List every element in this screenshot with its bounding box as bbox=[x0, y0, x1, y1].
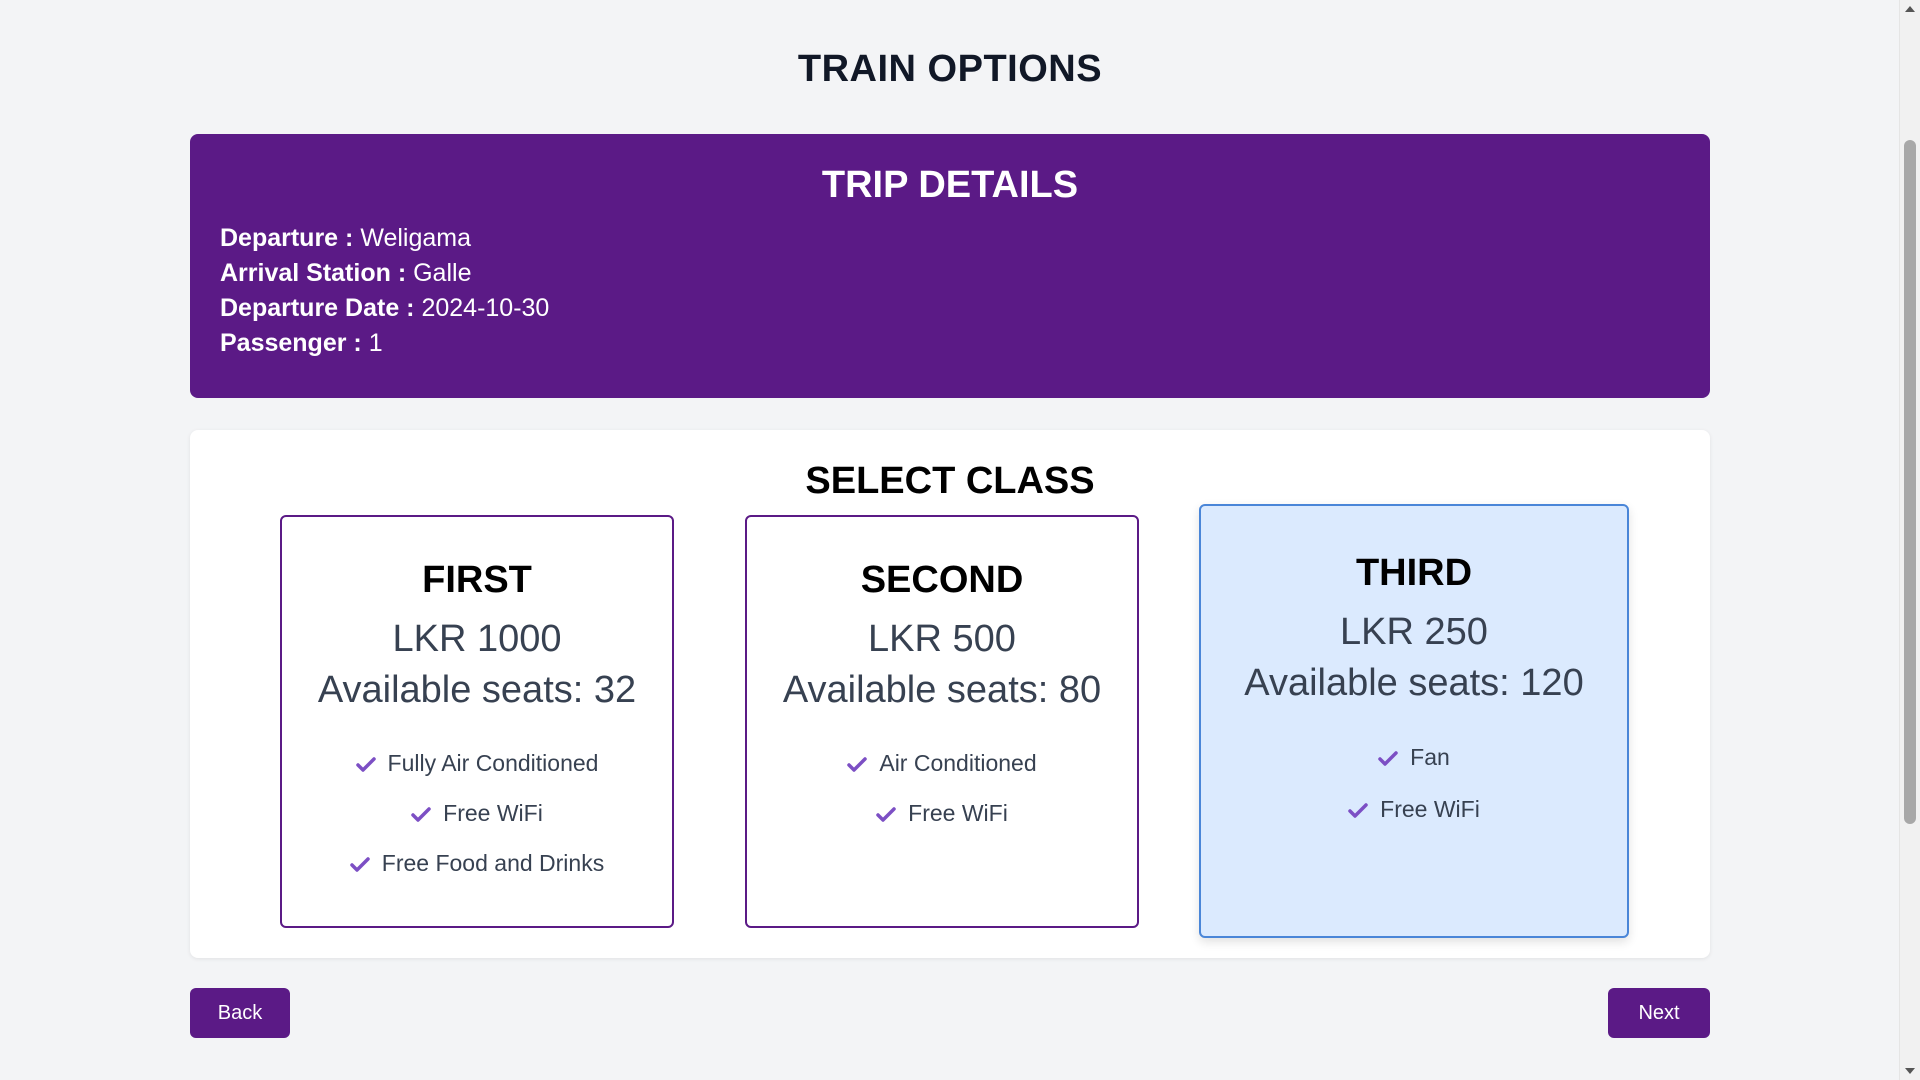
class-name: THIRD bbox=[1355, 552, 1473, 594]
class-card-first[interactable]: FIRST LKR 1000 Available seats: 32 Fully… bbox=[280, 515, 674, 928]
class-seats: Available seats: 120 bbox=[1244, 662, 1584, 704]
feature-item: Fan bbox=[1201, 731, 1627, 783]
class-price: LKR 1000 bbox=[392, 618, 562, 660]
check-icon bbox=[1378, 751, 1398, 766]
class-card-third[interactable]: THIRD LKR 250 Available seats: 120 Fan F… bbox=[1199, 504, 1629, 938]
scroll-up-arrow-icon[interactable] bbox=[1905, 6, 1915, 12]
feature-item: Free WiFi bbox=[1201, 783, 1627, 835]
feature-label: Free WiFi bbox=[443, 800, 543, 826]
check-icon bbox=[847, 757, 868, 772]
trip-details-card: TRIP DETAILS Departure : Weligama Arriva… bbox=[190, 134, 1710, 398]
trip-label: Passenger : bbox=[220, 329, 362, 357]
back-button[interactable]: Back bbox=[190, 988, 290, 1038]
select-class-title: SELECT CLASS bbox=[805, 460, 1095, 502]
trip-value: 1 bbox=[368, 329, 383, 357]
trip-value: 2024-10-30 bbox=[421, 294, 550, 322]
select-class-panel: SELECT CLASS FIRST LKR 1000 Available se… bbox=[190, 430, 1710, 958]
class-seats: Available seats: 32 bbox=[317, 669, 637, 711]
feature-list: Air Conditioned Free WiFi bbox=[747, 738, 1137, 838]
class-card-second[interactable]: SECOND LKR 500 Available seats: 80 Air C… bbox=[745, 515, 1139, 928]
trip-row-date: Departure Date : 2024-10-30 bbox=[220, 291, 1680, 326]
trip-row-arrival: Arrival Station : Galle bbox=[220, 256, 1680, 291]
class-price: LKR 500 bbox=[868, 618, 1016, 660]
trip-row-departure: Departure : Weligama bbox=[220, 221, 1680, 256]
feature-item: Free WiFi bbox=[282, 788, 672, 838]
class-name: SECOND bbox=[860, 559, 1024, 601]
feature-list: Fan Free WiFi bbox=[1201, 731, 1627, 835]
vertical-scrollbar[interactable] bbox=[1899, 0, 1920, 1080]
check-icon bbox=[411, 807, 431, 822]
trip-value: Galle bbox=[413, 259, 472, 287]
check-icon bbox=[876, 807, 896, 822]
feature-label: Fan bbox=[1410, 744, 1450, 770]
feature-item: Fully Air Conditioned bbox=[282, 738, 672, 788]
trip-label: Departure : bbox=[220, 224, 354, 252]
class-name: FIRST bbox=[422, 559, 532, 601]
feature-item: Air Conditioned bbox=[747, 738, 1137, 788]
feature-label: Free WiFi bbox=[908, 800, 1008, 826]
check-icon bbox=[355, 757, 376, 772]
trip-details-title: TRIP DETAILS bbox=[821, 164, 1079, 206]
feature-item: Free WiFi bbox=[747, 788, 1137, 838]
feature-label: Fully Air Conditioned bbox=[387, 750, 599, 776]
trip-label: Arrival Station : bbox=[220, 259, 407, 287]
page-title: TRAIN OPTIONS bbox=[797, 48, 1103, 90]
class-price: LKR 250 bbox=[1340, 611, 1488, 653]
train-options-page: TRAIN OPTIONS TRIP DETAILS Departure : W… bbox=[0, 0, 1900, 1080]
scrollbar-thumb[interactable] bbox=[1904, 140, 1916, 824]
feature-label: Free WiFi bbox=[1380, 796, 1480, 822]
feature-label: Free Food and Drinks bbox=[381, 850, 605, 876]
check-icon bbox=[1348, 803, 1368, 818]
feature-item: Free Food and Drinks bbox=[282, 838, 672, 888]
next-button[interactable]: Next bbox=[1608, 988, 1710, 1038]
trip-label: Departure Date : bbox=[220, 294, 415, 322]
feature-label: Air Conditioned bbox=[879, 750, 1037, 776]
check-icon bbox=[350, 857, 370, 872]
class-seats: Available seats: 80 bbox=[782, 669, 1102, 711]
trip-row-passenger: Passenger : 1 bbox=[220, 326, 1680, 361]
scroll-down-arrow-icon[interactable] bbox=[1905, 1068, 1915, 1074]
feature-list: Fully Air Conditioned Free WiFi Free Foo… bbox=[282, 738, 672, 888]
trip-value: Weligama bbox=[360, 224, 472, 252]
